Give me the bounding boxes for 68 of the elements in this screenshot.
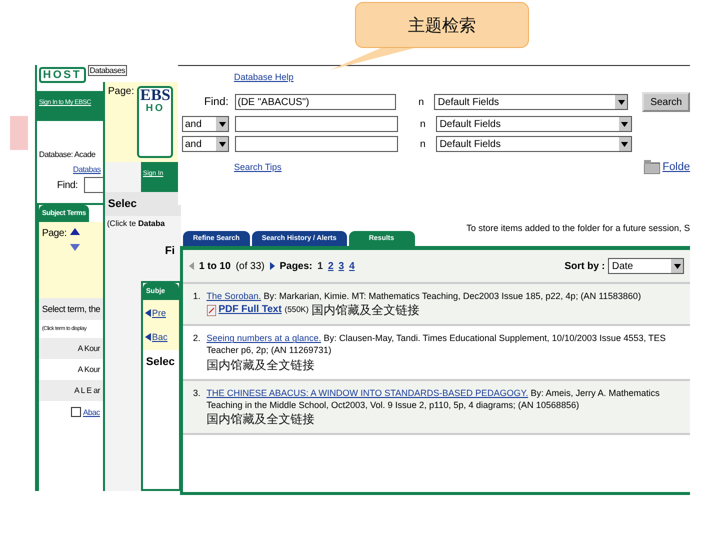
left-arrow-icon[interactable] xyxy=(145,333,151,341)
pdf-icon xyxy=(206,304,216,316)
result-title-link[interactable]: Seeing numbers at a glance. xyxy=(206,333,322,344)
back-link[interactable]: Bac xyxy=(152,332,168,342)
holdings-link[interactable]: 国内馆藏及全文链接 xyxy=(206,356,680,373)
holdings-link[interactable]: 国内馆藏及全文链接 xyxy=(312,302,420,318)
result-citation: THE CHINESE ABACUS: A WINDOW INTO STANDARDS-BASED PEDAGOGY. By: Ameis, Jerry A. Mathematics Teaching in the Middle School, Oct2003, Vol. 9 Issue 2, p110, 5p, 4 diagrams; (AN 10568856) xyxy=(206,386,661,412)
page-link[interactable]: 2 xyxy=(328,260,334,272)
search-tips-link[interactable]: Search Tips xyxy=(234,162,282,172)
result-title-link[interactable]: THE CHINESE ABACUS: A WINDOW INTO STANDARDS-BASED PEDAGOGY. xyxy=(206,388,528,398)
previous-link[interactable]: Pre xyxy=(152,308,166,318)
pages-label: Pages: xyxy=(280,260,312,272)
in-text: n xyxy=(420,138,426,150)
term-text[interactable]: A Kour xyxy=(78,344,100,353)
field-select[interactable]: Default Fields xyxy=(436,116,632,132)
pdf-full-text-link[interactable]: PDF Full Text xyxy=(218,303,282,317)
term-link[interactable]: Abac xyxy=(82,408,100,416)
logo: EBS HO xyxy=(137,86,174,158)
result-number: 1. xyxy=(193,290,201,303)
sort-select[interactable]: Date xyxy=(608,258,684,274)
result-number: 3. xyxy=(193,386,201,400)
next-arrow-icon[interactable] xyxy=(270,262,275,270)
select-text: Selec xyxy=(105,192,181,216)
page-label: Page: xyxy=(42,228,67,239)
find-field[interactable] xyxy=(84,177,105,193)
boolean-select[interactable]: and xyxy=(182,116,229,132)
result-number: 2. xyxy=(193,332,201,346)
count-text: (of 33) xyxy=(236,260,265,272)
logo: HOST xyxy=(39,67,86,83)
database-text: Database: Acade xyxy=(38,149,96,161)
field-select[interactable]: Default Fields xyxy=(434,94,628,110)
folder-icon xyxy=(644,160,660,174)
sort-label: Sort by : xyxy=(564,260,605,272)
database-help-link[interactable]: Database Help xyxy=(234,72,690,82)
in-text: n xyxy=(418,96,424,108)
hint-text: (Click te Databa xyxy=(106,218,166,230)
term-text[interactable]: A Kour xyxy=(78,365,100,374)
notice-text: To store items added to the folder for a future session, S xyxy=(465,223,690,233)
page-link[interactable]: 1 xyxy=(317,260,323,272)
instruction-text: Select term, the xyxy=(39,298,103,320)
in-text: n xyxy=(420,118,426,130)
database-link[interactable]: Databas xyxy=(73,165,101,174)
search-input-field[interactable] xyxy=(235,116,398,132)
search-input-field[interactable]: (DE "ABACUS") xyxy=(234,94,396,110)
folder-link[interactable]: Folde xyxy=(662,161,690,173)
find-label: Find: xyxy=(57,180,78,190)
range-text: 1 to 10 xyxy=(199,260,231,272)
highlight-block xyxy=(10,116,28,150)
find-label: Find: xyxy=(203,96,229,108)
field-select[interactable]: Default Fields xyxy=(436,136,632,152)
find-text: Fi xyxy=(164,244,176,259)
result-citation: The Soroban. By: Markarian, Kimie. MT: Mathematics Teaching, Dec2003 Issue 185, p22, 4p; (AN 11583860) xyxy=(206,290,641,302)
page-link[interactable]: 3 xyxy=(338,260,344,272)
boolean-select[interactable]: and xyxy=(182,136,229,152)
page-link[interactable]: 4 xyxy=(349,260,355,272)
term-text[interactable]: A L E ar xyxy=(74,386,100,395)
file-size-text: (550K) xyxy=(284,304,309,316)
result-citation: Seeing numbers at a glance. By: Clausen-May, Tandi. Times Educational Supplement, 10/10/2003 Issue 4553, TES Teacher p6, 2p; (AN 11269731) xyxy=(206,332,667,357)
previous-arrow-icon[interactable] xyxy=(189,262,194,270)
databases-tab[interactable]: Databases xyxy=(88,65,128,76)
holdings-link[interactable]: 国内馆藏及全文链接 xyxy=(206,411,680,428)
up-down-arrows-icon[interactable] xyxy=(70,228,80,252)
search-input-field[interactable] xyxy=(235,136,398,152)
result-title-link[interactable]: The Soroban. xyxy=(206,291,262,301)
page-label: Page: xyxy=(108,86,134,99)
search-button[interactable]: Search xyxy=(642,92,690,112)
left-arrow-icon[interactable] xyxy=(145,309,151,317)
term-checkbox[interactable] xyxy=(70,407,81,417)
